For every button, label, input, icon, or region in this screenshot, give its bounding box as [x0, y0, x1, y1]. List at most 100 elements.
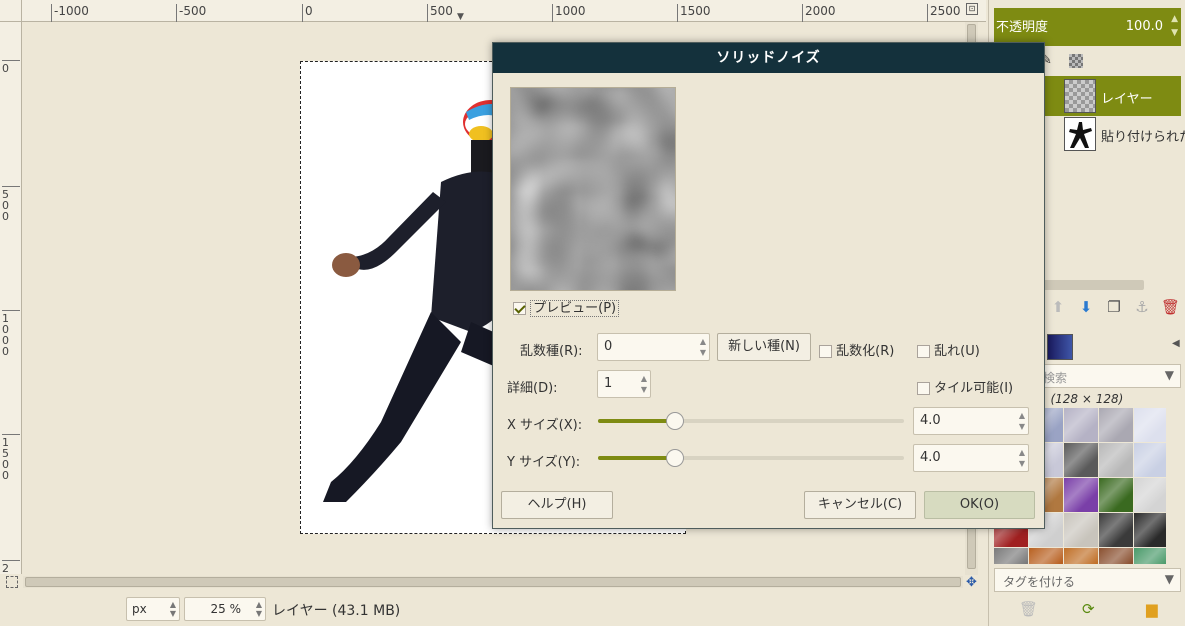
xsize-slider-knob[interactable] [665, 412, 684, 430]
xsize-label: X サイズ(X): [507, 418, 583, 433]
tag-input[interactable]: タグを付ける ▼ [994, 568, 1181, 592]
xsize-slider-fill [598, 419, 675, 423]
pattern-swatch[interactable] [1134, 408, 1166, 442]
body-shape [349, 192, 446, 270]
new-seed-button[interactable]: 新しい種(N) [717, 333, 811, 361]
spin-arrows-icon: ▲ ▼ [255, 600, 262, 618]
tileable-checkbox[interactable] [917, 382, 930, 395]
xsize-input[interactable]: 4.0 ▲ ▼ [913, 407, 1029, 435]
pattern-swatch[interactable] [1064, 513, 1098, 547]
duplicate-layer-icon[interactable]: ❐ [1105, 298, 1123, 316]
pattern-swatch[interactable] [1099, 443, 1133, 477]
ruler-tick: 0 [302, 4, 313, 22]
delete-layer-icon[interactable]: 🗑 [1161, 298, 1180, 316]
folder-icon[interactable]: ▆ [1146, 600, 1158, 618]
opacity-value: 100.0 [1125, 19, 1163, 34]
opacity-spinner[interactable]: 不透明度 100.0 ▲ ▼ [994, 8, 1181, 46]
ruler-left: 0 500 1000 1500 2 [0, 22, 22, 574]
horizontal-scrollbar[interactable] [23, 576, 963, 588]
body-shape [323, 312, 461, 502]
pattern-swatch[interactable] [1064, 408, 1098, 442]
chevron-down-icon: ▼ [1164, 572, 1174, 586]
ysize-slider[interactable] [598, 449, 904, 467]
layer-name: レイヤー [1101, 92, 1153, 107]
turbulent-checkbox[interactable] [917, 345, 930, 358]
zoom-select[interactable]: 25 % ▲ ▼ [184, 597, 266, 621]
help-button[interactable]: ヘルプ(H) [501, 491, 613, 519]
ysize-input[interactable]: 4.0 ▲ ▼ [913, 444, 1029, 472]
pattern-swatch[interactable] [1099, 513, 1133, 547]
layer-thumbnail [1064, 117, 1096, 151]
ruler-tick: 500 [427, 4, 453, 22]
ysize-label: Y サイズ(Y): [507, 455, 581, 470]
dialog-title: ソリッドノイズ [493, 43, 1044, 73]
tileable-label: タイル可能(I) [934, 381, 1014, 396]
ruler-top: -1000 -500 0 500 1000 1500 2000 2500 ▼ [22, 0, 962, 22]
tileable-toggle[interactable]: タイル可能(I) [917, 377, 1013, 396]
spin-arrows-icon[interactable]: ▲ ▼ [700, 336, 706, 358]
cancel-button[interactable]: キャンセル(C) [804, 491, 916, 519]
ruler-corner [0, 0, 22, 22]
unit-select[interactable]: px ▲ ▼ [126, 597, 180, 621]
preview-toggle[interactable]: プレビュー(P) [513, 297, 620, 317]
ok-button[interactable]: OK(O) [924, 491, 1035, 519]
pattern-swatch[interactable] [1134, 478, 1166, 512]
layer-name: 貼り付けられた [1101, 130, 1185, 145]
lock-alpha-icon[interactable] [1069, 54, 1083, 68]
ysize-slider-knob[interactable] [665, 449, 684, 467]
turbulent-toggle[interactable]: 乱れ(U) [917, 340, 980, 359]
randomize-checkbox[interactable] [819, 345, 832, 358]
turbulent-label: 乱れ(U) [934, 344, 980, 359]
lower-layer-icon[interactable]: ⬇ [1077, 298, 1095, 316]
ruler-tick: 1500 [677, 4, 711, 22]
spin-arrows-icon[interactable]: ▲ ▼ [1019, 447, 1025, 469]
ruler-tick: -500 [176, 4, 206, 22]
pattern-swatch[interactable] [1134, 513, 1166, 547]
seed-input[interactable]: 0 ▲ ▼ [597, 333, 710, 361]
pattern-swatch[interactable] [1134, 548, 1166, 564]
spin-arrows-icon: ▲ ▼ [1171, 14, 1178, 38]
ysize-slider-fill [598, 456, 675, 460]
raise-layer-icon[interactable]: ⬆ [1049, 298, 1067, 316]
spin-arrows-icon: ▲ ▼ [169, 600, 176, 618]
solid-noise-dialog: ソリッドノイズ プレビュー(P) 乱数種(R): 0 ▲ ▼ 新しい種(N) 乱… [492, 42, 1045, 529]
spin-arrows-icon[interactable]: ▲ ▼ [1019, 410, 1025, 432]
pattern-swatch[interactable] [1099, 408, 1133, 442]
pattern-swatch[interactable] [1064, 443, 1098, 477]
pattern-swatch[interactable] [994, 548, 1028, 564]
randomize-label: 乱数化(R) [836, 344, 895, 359]
preview-image [510, 87, 676, 291]
ruler-vtick: 0 [2, 60, 20, 74]
pattern-swatch[interactable] [1064, 478, 1098, 512]
preview-label: プレビュー(P) [530, 300, 620, 317]
spin-arrows-icon[interactable]: ▲ ▼ [641, 373, 647, 395]
pattern-swatch[interactable] [1099, 478, 1133, 512]
ruler-tick: 2000 [802, 4, 836, 22]
layer-actions: ⬆ ⬇ ❐ ⚓ 🗑 [1049, 298, 1180, 318]
delete-pattern-icon[interactable]: 🗑 [1019, 600, 1038, 618]
ruler-tick: -1000 [51, 4, 89, 22]
randomize-toggle[interactable]: 乱数化(R) [819, 340, 894, 359]
ruler-vtick: 1500 [2, 434, 20, 481]
navigate-icon[interactable]: ⊡ [962, 0, 986, 22]
pattern-swatch[interactable] [1029, 548, 1063, 564]
pattern-swatch[interactable] [1099, 548, 1133, 564]
ruler-vtick: 1000 [2, 310, 20, 357]
detail-label: 詳細(D): [507, 381, 558, 396]
pattern-swatch[interactable] [1134, 443, 1166, 477]
status-text: レイヤー (43.1 MB) [272, 603, 401, 619]
detail-input[interactable]: 1 ▲ ▼ [597, 370, 651, 398]
pattern-tab-icon[interactable] [1047, 334, 1073, 360]
xsize-slider[interactable] [598, 412, 904, 430]
refresh-icon[interactable]: ⟳ [1082, 600, 1095, 618]
quickmask-icon[interactable] [6, 576, 18, 588]
preview-checkbox[interactable] [513, 302, 526, 315]
ruler-vtick: 500 [2, 186, 20, 222]
ruler-vtick: 2 [2, 560, 20, 574]
ruler-tick: 2500 [927, 4, 961, 22]
anchor-layer-icon[interactable]: ⚓ [1133, 298, 1151, 316]
move-navigate-icon[interactable]: ✥ [966, 575, 977, 590]
pattern-info: 1 (128 × 128) [1039, 392, 1124, 406]
tab-menu-icon[interactable]: ◀ [1172, 338, 1180, 349]
pattern-swatch[interactable] [1064, 548, 1098, 564]
